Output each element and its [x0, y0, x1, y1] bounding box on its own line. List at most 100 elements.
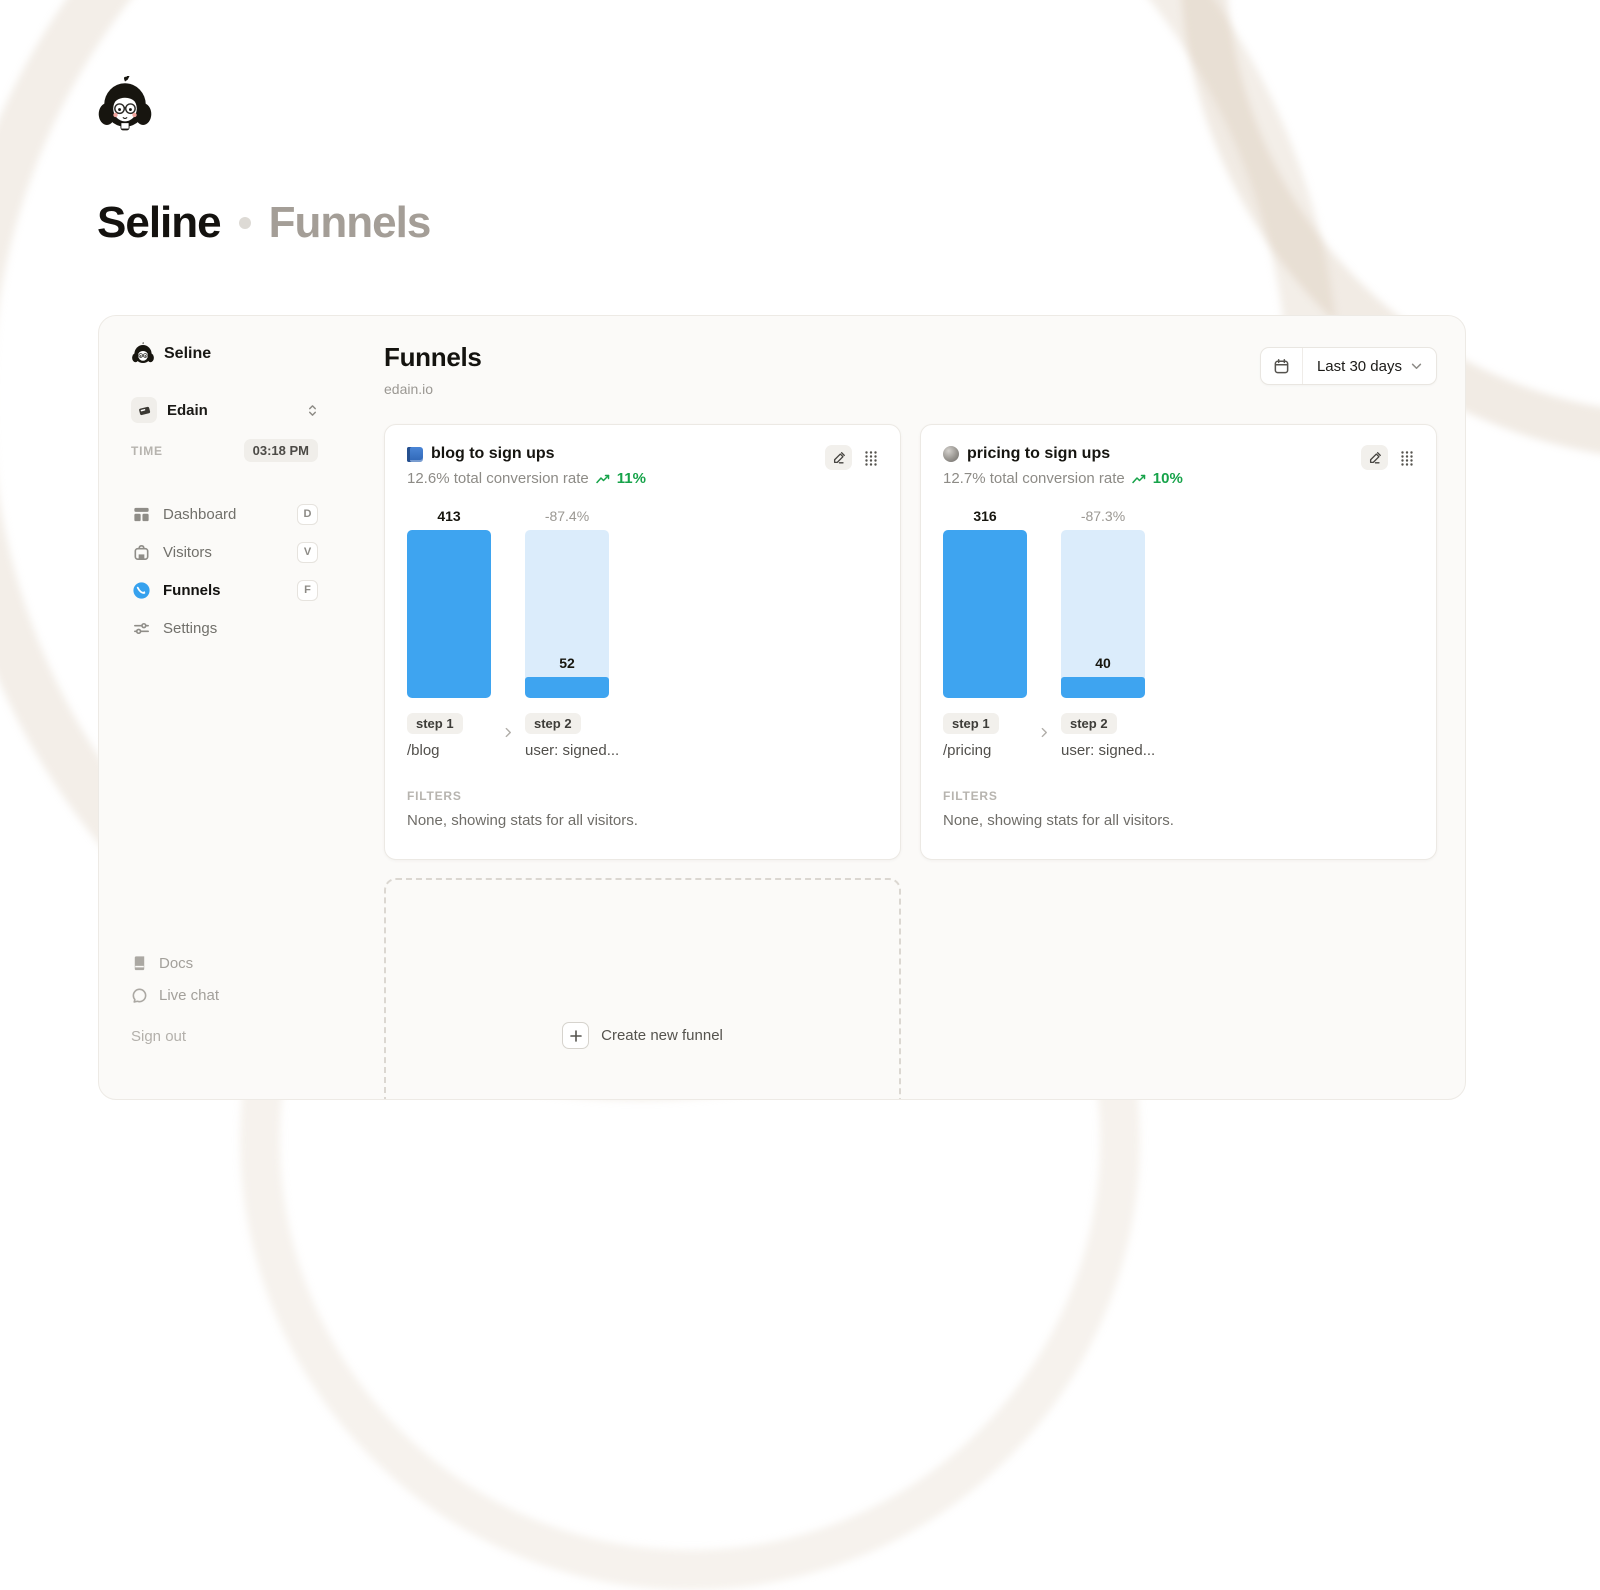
- pencil-icon: [1368, 451, 1382, 465]
- trend-percent: 10%: [1153, 470, 1183, 487]
- drag-handle-icon[interactable]: [1400, 450, 1414, 466]
- calendar-icon[interactable]: [1261, 348, 1303, 384]
- page-title-primary: Seline: [97, 198, 221, 248]
- trend-percent: 11%: [617, 470, 646, 487]
- chevron-down-icon: [1411, 363, 1422, 370]
- time-value-badge: 03:18 PM: [244, 439, 318, 462]
- page-heading: Funnels: [384, 342, 482, 373]
- sidebar: Seline Edain TIME 03:18 PM: [99, 316, 384, 1099]
- sidebar-item-label: Live chat: [159, 987, 219, 1004]
- funnel-steps: step 1 /blog step 2 user: signed...: [407, 713, 878, 759]
- conversion-rate-text: 12.6% total conversion rate: [407, 470, 589, 487]
- filters-text: None, showing stats for all visitors.: [943, 812, 1414, 829]
- sidebar-item-live-chat[interactable]: Live chat: [131, 987, 318, 1004]
- unfold-chevrons-icon: [307, 404, 318, 417]
- workspace-icon: [131, 397, 157, 423]
- date-range-picker[interactable]: Last 30 days: [1260, 347, 1437, 385]
- book-icon: [407, 447, 423, 462]
- drag-handle-icon[interactable]: [864, 450, 878, 466]
- funnel-bar-chart: 413 -87.4% 52: [407, 508, 878, 698]
- bar-drop-label: -87.4%: [525, 508, 609, 530]
- filters-text: None, showing stats for all visitors.: [407, 812, 878, 829]
- sidebar-item-label: Visitors: [163, 544, 285, 561]
- bar-value-label: 413: [407, 508, 491, 530]
- main-header: Funnels edain.io Last 30 days: [384, 342, 1437, 397]
- step-caption: /pricing: [943, 742, 1027, 759]
- date-range-label: Last 30 days: [1317, 358, 1402, 375]
- seline-avatar-icon: [131, 342, 155, 366]
- seline-mascot-logo: [96, 76, 154, 134]
- plus-icon: [562, 1022, 589, 1049]
- page-title: Seline Funnels: [97, 198, 430, 248]
- step-badge: step 2: [1061, 713, 1117, 734]
- bar-value-label: 52: [525, 655, 609, 671]
- conversion-rate-text: 12.7% total conversion rate: [943, 470, 1125, 487]
- sign-out-link[interactable]: Sign out: [131, 1028, 318, 1045]
- funnels-icon: [131, 580, 151, 600]
- sidebar-item-settings[interactable]: Settings: [131, 616, 318, 640]
- title-separator-dot: [239, 217, 251, 229]
- sidebar-item-dashboard[interactable]: Dashboard D: [131, 502, 318, 526]
- step-caption: user: signed...: [1061, 742, 1155, 759]
- time-row: TIME 03:18 PM: [131, 439, 318, 462]
- shortcut-key-badge: V: [297, 542, 318, 563]
- create-funnel-action[interactable]: Create new funnel: [386, 1022, 899, 1049]
- filters-label: FILTERS: [943, 789, 1414, 803]
- sidebar-brand-label: Seline: [164, 345, 211, 363]
- app-panel: Seline Edain TIME 03:18 PM: [98, 315, 1466, 1100]
- step-caption: user: signed...: [525, 742, 619, 759]
- sidebar-item-funnels[interactable]: Funnels F: [131, 578, 318, 602]
- site-domain: edain.io: [384, 381, 482, 397]
- funnel-bar-step1: [407, 530, 491, 698]
- chevron-right-icon: [1027, 713, 1061, 738]
- dashboard-icon: [131, 504, 151, 524]
- funnel-bar-step1: [943, 530, 1027, 698]
- funnel-bar-step2-fill: [1061, 677, 1145, 698]
- sidebar-item-label: Settings: [163, 620, 318, 637]
- funnel-bar-chart: 316 -87.3% 40: [943, 508, 1414, 698]
- sidebar-footer: Docs Live chat Sign out: [131, 955, 318, 1045]
- funnel-card-pricing: pricing to sign ups 12.7% total conversi…: [920, 424, 1437, 860]
- funnel-title: blog to sign ups: [431, 445, 555, 463]
- shortcut-key-badge: D: [297, 504, 318, 525]
- settings-icon: [131, 618, 151, 638]
- funnel-title: pricing to sign ups: [967, 445, 1110, 463]
- sidebar-item-label: Funnels: [163, 582, 285, 599]
- main-content: Funnels edain.io Last 30 days: [384, 316, 1466, 1099]
- step-caption: /blog: [407, 742, 491, 759]
- create-funnel-card[interactable]: Create new funnel: [384, 878, 901, 1100]
- create-funnel-label: Create new funnel: [601, 1027, 723, 1044]
- bar-value-label: 316: [943, 508, 1027, 530]
- moon-icon: [943, 446, 959, 462]
- funnel-steps: step 1 /pricing step 2 user: signed...: [943, 713, 1414, 759]
- step-badge: step 2: [525, 713, 581, 734]
- chat-icon: [131, 987, 148, 1004]
- chevron-right-icon: [491, 713, 525, 738]
- funnel-bar-step2: 40: [1061, 530, 1145, 698]
- visitors-icon: [131, 542, 151, 562]
- bar-value-label: 40: [1061, 655, 1145, 671]
- sidebar-item-docs[interactable]: Docs: [131, 955, 318, 972]
- bar-drop-label: -87.3%: [1061, 508, 1145, 530]
- sidebar-brand[interactable]: Seline: [131, 342, 318, 366]
- funnel-card-blog: blog to sign ups 12.6% total conversion …: [384, 424, 901, 860]
- sidebar-item-visitors[interactable]: Visitors V: [131, 540, 318, 564]
- trending-up-icon: [1132, 474, 1146, 484]
- edit-funnel-button[interactable]: [1361, 445, 1388, 470]
- trending-up-icon: [596, 474, 610, 484]
- edit-funnel-button[interactable]: [825, 445, 852, 470]
- sidebar-item-label: Dashboard: [163, 506, 285, 523]
- docs-icon: [131, 955, 148, 972]
- time-label: TIME: [131, 444, 163, 458]
- pencil-icon: [832, 451, 846, 465]
- filters-label: FILTERS: [407, 789, 878, 803]
- sidebar-nav: Dashboard D Visitors V: [131, 502, 318, 640]
- sidebar-item-label: Docs: [159, 955, 193, 972]
- funnel-bar-step2-fill: [525, 677, 609, 698]
- step-badge: step 1: [407, 713, 463, 734]
- page-title-secondary: Funnels: [269, 198, 431, 248]
- funnel-bar-step2: 52: [525, 530, 609, 698]
- shortcut-key-badge: F: [297, 580, 318, 601]
- workspace-selector[interactable]: Edain: [131, 397, 318, 423]
- workspace-name: Edain: [167, 402, 297, 419]
